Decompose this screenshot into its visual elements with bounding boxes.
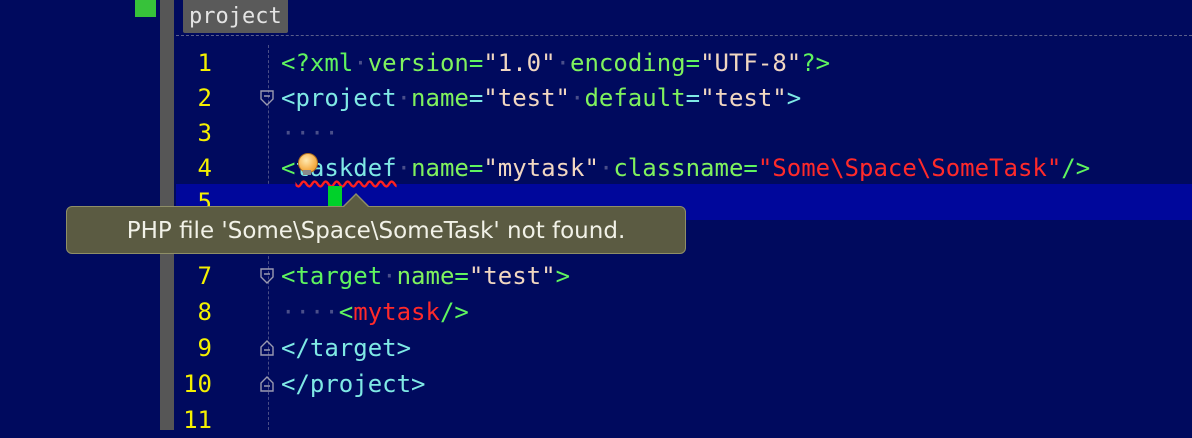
code-token: = bbox=[468, 49, 484, 77]
lightbulb-base-icon bbox=[303, 170, 311, 175]
code-token: name bbox=[411, 154, 469, 182]
code-token: /> bbox=[439, 298, 469, 326]
line-number[interactable]: 1 bbox=[176, 45, 212, 81]
code-token: "1.0" bbox=[483, 49, 556, 77]
code-line[interactable]: 4 <taskdef·name="mytask"·classname="Some\… bbox=[176, 150, 1192, 186]
fold-marker-icon[interactable] bbox=[260, 268, 274, 284]
code-line[interactable]: 8 ····<mytask/> bbox=[176, 294, 1192, 330]
code-token: · bbox=[555, 49, 571, 77]
code-token: default bbox=[584, 84, 686, 112]
code-token: </target> bbox=[281, 334, 412, 362]
code-token: ?> bbox=[801, 49, 831, 77]
code-token: = bbox=[454, 262, 469, 290]
code-token: > bbox=[786, 84, 802, 112]
code-token: classname bbox=[613, 154, 744, 182]
code-token: encoding bbox=[570, 49, 686, 77]
code-token: ···· bbox=[281, 119, 339, 147]
code-token: = bbox=[685, 84, 701, 112]
fold-marker-icon[interactable] bbox=[260, 340, 274, 356]
line-number[interactable]: 4 bbox=[176, 150, 212, 186]
fold-marker-icon[interactable] bbox=[260, 90, 274, 106]
code-text[interactable]: </target> bbox=[281, 330, 411, 366]
code-line[interactable]: 1 <?xml·version="1.0"·encoding="UTF-8"?> bbox=[176, 45, 1192, 81]
fold-marker-icon[interactable] bbox=[260, 376, 274, 392]
line-number[interactable]: 9 bbox=[176, 330, 212, 366]
code-token: · bbox=[570, 84, 585, 112]
breadcrumb[interactable]: project bbox=[183, 0, 288, 33]
bookmark-marker[interactable] bbox=[135, 0, 156, 17]
code-line[interactable]: 11 bbox=[176, 402, 1192, 438]
code-token: ···· bbox=[281, 298, 339, 326]
code-token: < bbox=[281, 154, 296, 182]
line-number[interactable]: 8 bbox=[176, 294, 212, 330]
code-text[interactable]: <?xml·version="1.0"·encoding="UTF-8"?> bbox=[281, 45, 830, 81]
line-number[interactable]: 3 bbox=[176, 115, 212, 151]
code-token: · bbox=[396, 84, 412, 112]
code-token: name bbox=[396, 262, 455, 290]
code-text[interactable]: ···· bbox=[281, 115, 339, 151]
code-text[interactable]: ····<mytask/> bbox=[281, 294, 469, 330]
code-token: · bbox=[382, 262, 397, 290]
code-line[interactable]: 2 <project·name="test"·default="test"> bbox=[176, 80, 1192, 116]
line-number[interactable]: 10 bbox=[176, 366, 212, 402]
code-token: name bbox=[411, 84, 469, 112]
divider bbox=[176, 35, 1192, 36]
code-token: < bbox=[338, 298, 354, 326]
code-token: "UTF-8" bbox=[700, 49, 802, 77]
code-token: = bbox=[468, 84, 484, 112]
code-line[interactable]: 3 ···· bbox=[176, 115, 1192, 151]
code-text[interactable]: <target·name="test"> bbox=[281, 258, 570, 294]
code-token: </project> bbox=[281, 370, 426, 398]
code-token: version bbox=[367, 49, 469, 77]
code-line[interactable]: 9 </target> bbox=[176, 330, 1192, 366]
code-token: <? bbox=[281, 49, 310, 77]
code-token: "test" bbox=[700, 84, 787, 112]
code-token: "Some\Space\SomeTask" bbox=[757, 154, 1062, 182]
code-line[interactable]: 7 <target·name="test"> bbox=[176, 258, 1192, 294]
code-text[interactable]: <project·name="test"·default="test"> bbox=[281, 80, 801, 116]
code-token: > bbox=[555, 262, 571, 290]
error-tooltip: PHP file 'Some\Space\SomeTask' not found… bbox=[66, 206, 686, 254]
line-number[interactable]: 2 bbox=[176, 80, 212, 116]
text-caret bbox=[328, 186, 342, 206]
code-text[interactable]: <taskdef·name="mytask"·classname="Some\S… bbox=[281, 150, 1090, 186]
code-token: "mytask" bbox=[483, 154, 599, 182]
code-token: <target bbox=[281, 262, 383, 290]
code-token: = bbox=[468, 154, 484, 182]
code-line[interactable]: 10 </project> bbox=[176, 366, 1192, 402]
code-token: · bbox=[598, 154, 614, 182]
line-number[interactable]: 7 bbox=[176, 258, 212, 294]
code-token: = bbox=[685, 49, 701, 77]
code-token: "test" bbox=[483, 84, 570, 112]
code-token: · bbox=[396, 154, 412, 182]
code-token: xml bbox=[309, 49, 354, 77]
code-token: /> bbox=[1061, 154, 1091, 182]
code-token: <project bbox=[281, 84, 397, 112]
tooltip-arrow-inner bbox=[344, 195, 368, 207]
code-token: "test" bbox=[468, 262, 556, 290]
code-token: · bbox=[353, 49, 368, 77]
code-token: mytask bbox=[353, 298, 440, 326]
line-number[interactable]: 11 bbox=[176, 402, 212, 438]
code-text[interactable]: </project> bbox=[281, 366, 426, 402]
code-token: = bbox=[743, 154, 758, 182]
